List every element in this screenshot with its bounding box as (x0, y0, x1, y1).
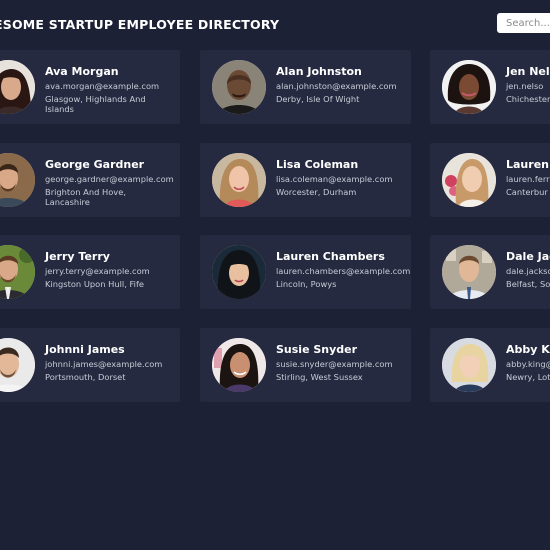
employee-location: Stirling, West Sussex (276, 372, 363, 382)
employee-email: ava.morgan@example.com (45, 81, 160, 91)
employee-name: Johnni James (45, 343, 125, 356)
employee-location: Portsmouth, Dorset (45, 372, 126, 382)
avatar (212, 60, 266, 114)
employee-location: Kingston Upon Hull, Fife (45, 279, 145, 289)
avatar (212, 245, 266, 299)
employee-name: Lisa Coleman (276, 158, 359, 171)
avatar (0, 245, 35, 299)
employee-name: Alan Johnston (276, 65, 362, 78)
employee-name: Lauren F (506, 158, 550, 171)
employee-name: Lauren Chambers (276, 250, 385, 263)
directory-page: ESOME STARTUP EMPLOYEE DIRECTORY Ava Mor… (0, 0, 550, 550)
employee-email: dale.jackso (506, 266, 550, 276)
employee-email: susie.snyder@example.com (276, 359, 393, 369)
employee-card-lauren-chambers[interactable]: Lauren Chambers lauren.chambers@example.… (200, 235, 411, 309)
employee-email: jerry.terry@example.com (45, 266, 150, 276)
avatar (212, 153, 266, 207)
employee-email: lisa.coleman@example.com (276, 174, 393, 184)
employee-location: Lincoln, Powys (276, 279, 337, 289)
avatar (442, 60, 496, 114)
employee-card-alan-johnston[interactable]: Alan Johnston alan.johnston@example.com … (200, 50, 411, 124)
employee-location: Glasgow, Highlands And Islands (45, 94, 146, 114)
employee-card-george-gardner[interactable]: George Gardner george.gardner@example.co… (0, 143, 180, 217)
employee-email: lauren.chambers@example.com (276, 266, 411, 276)
avatar (442, 338, 496, 392)
employee-card-johnni-james[interactable]: Johnni James johnni.james@example.com Po… (0, 328, 180, 402)
employee-name: Ava Morgan (45, 65, 119, 78)
employee-card-dale-jackson[interactable]: Dale Jac dale.jackso Belfast, Soi (430, 235, 550, 309)
employee-email: alan.johnston@example.com (276, 81, 397, 91)
employee-name: Jerry Terry (45, 250, 110, 263)
employee-name: Abby Kin (506, 343, 550, 356)
employee-location: Worcester, Durham (276, 187, 357, 197)
search-input[interactable] (497, 13, 550, 33)
employee-email: abby.king@ (506, 359, 550, 369)
page-title: ESOME STARTUP EMPLOYEE DIRECTORY (0, 17, 280, 32)
avatar (0, 60, 35, 114)
employee-location: Brighton And Hove, Lancashire (45, 187, 126, 207)
avatar (0, 338, 35, 392)
employee-card-jerry-terry[interactable]: Jerry Terry jerry.terry@example.com King… (0, 235, 180, 309)
employee-card-jen-nelson[interactable]: Jen Nels jen.nelso Chichester (430, 50, 550, 124)
avatar (0, 153, 35, 207)
employee-card-ava-morgan[interactable]: Ava Morgan ava.morgan@example.com Glasgo… (0, 50, 180, 124)
employee-location: Derby, Isle Of Wight (276, 94, 360, 104)
employee-card-susie-snyder[interactable]: Susie Snyder susie.snyder@example.com St… (200, 328, 411, 402)
employee-name: George Gardner (45, 158, 145, 171)
avatar (442, 245, 496, 299)
employee-location: Chichester (506, 94, 550, 104)
employee-card-abby-king[interactable]: Abby Kin abby.king@ Newry, Loth (430, 328, 550, 402)
employee-email: lauren.ferr (506, 174, 550, 184)
employee-location: Newry, Loth (506, 372, 550, 382)
employee-location: Belfast, Soi (506, 279, 550, 289)
employee-email: jen.nelso (506, 81, 544, 91)
employee-card-lauren-f[interactable]: Lauren F lauren.ferr Canterbur (430, 143, 550, 217)
employee-name: Dale Jac (506, 250, 550, 263)
employee-name: Jen Nels (506, 65, 550, 78)
employee-name: Susie Snyder (276, 343, 358, 356)
employee-email: johnni.james@example.com (45, 359, 163, 369)
avatar (212, 338, 266, 392)
employee-location: Canterbur (506, 187, 548, 197)
employee-card-lisa-coleman[interactable]: Lisa Coleman lisa.coleman@example.com Wo… (200, 143, 411, 217)
avatar (442, 153, 496, 207)
employee-email: george.gardner@example.com (45, 174, 174, 184)
